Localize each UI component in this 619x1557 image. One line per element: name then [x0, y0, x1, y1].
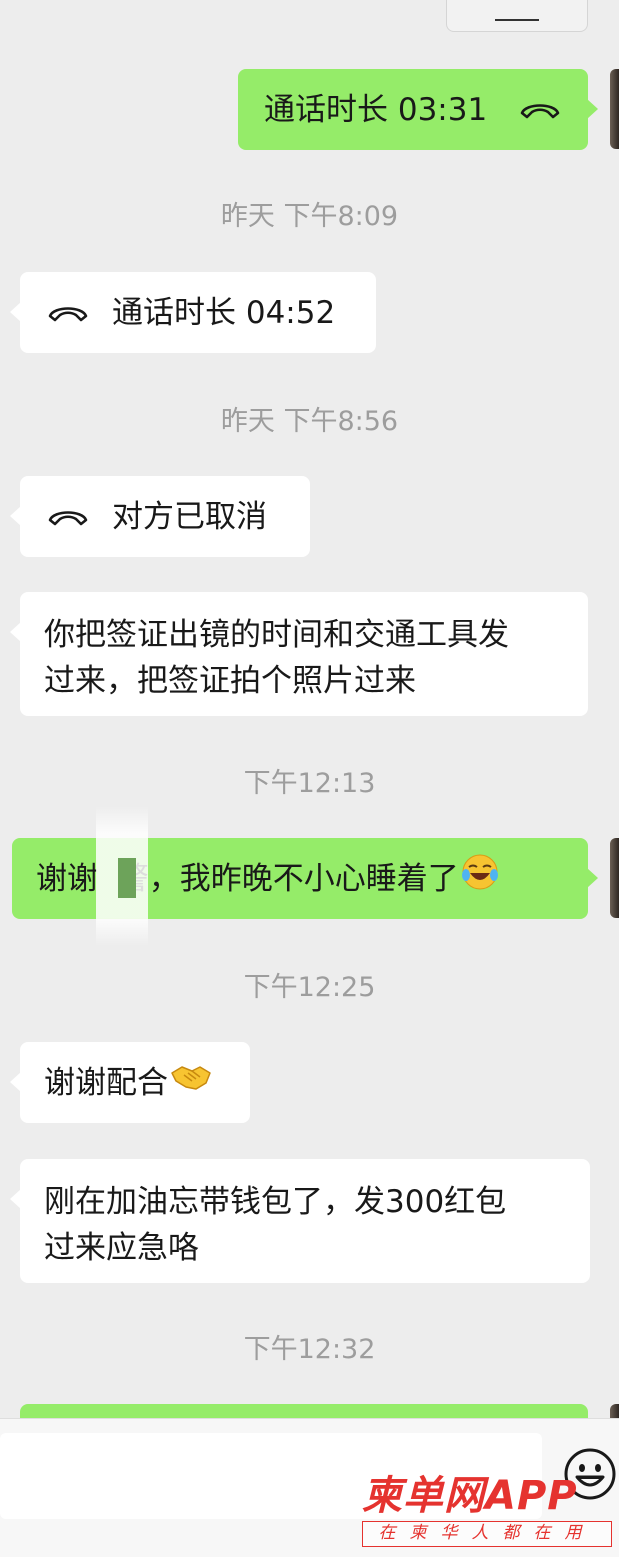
mosaic-censor-block [118, 858, 136, 898]
timestamp: 下午12:13 [243, 768, 376, 799]
app-watermark: 柬单网APP 在柬华人都在用 [362, 1473, 612, 1553]
text-message-bubble[interactable]: 谢谢配合 [10, 1042, 250, 1123]
laughing-crying-emoji-icon [461, 853, 499, 904]
text-message-bubble[interactable]: 你把签证出镜的时间和交通工具发 过来，把签证拍个照片过来 [10, 592, 588, 716]
message-line: 刚在加油忘带钱包了，发300红包 [44, 1184, 507, 1220]
call-record-bubble[interactable]: 通话时长 04:52 [10, 272, 376, 353]
handshake-emoji-icon [170, 1060, 212, 1106]
watermark-logo: 柬单网APP [362, 1473, 578, 1519]
timestamp: 下午12:32 [243, 1334, 376, 1365]
text-message-bubble[interactable]: 刚在加油忘带钱包了，发300红包 过来应急咯 [10, 1159, 590, 1283]
phone-hangup-icon [46, 301, 90, 325]
watermark-tagline: 在柬华人都在用 [362, 1521, 612, 1547]
previous-message-card [446, 0, 588, 32]
call-record-bubble[interactable]: 通话时长 03:31 [238, 69, 598, 150]
message-line: 你把签证出镜的时间和交通工具发 [44, 617, 509, 653]
message-text: 谢谢配合 [44, 1064, 168, 1101]
call-duration-text: 通话时长 03:31 [264, 91, 488, 128]
timestamp: 昨天 下午8:09 [220, 201, 399, 232]
phone-hangup-icon [46, 505, 90, 529]
phone-hangup-icon [518, 98, 562, 122]
message-line: 过来，把签证拍个照片过来 [44, 663, 416, 699]
call-status-text: 对方已取消 [112, 498, 267, 535]
timestamp: 下午12:25 [243, 972, 376, 1003]
call-record-bubble[interactable]: 对方已取消 [10, 476, 310, 557]
my-avatar[interactable] [610, 69, 619, 149]
timestamp: 昨天 下午8:56 [220, 406, 399, 437]
call-duration-text: 通话时长 04:52 [112, 294, 336, 331]
message-line: 过来应急咯 [44, 1230, 199, 1266]
card-divider [495, 19, 539, 21]
my-avatar[interactable] [610, 838, 619, 918]
